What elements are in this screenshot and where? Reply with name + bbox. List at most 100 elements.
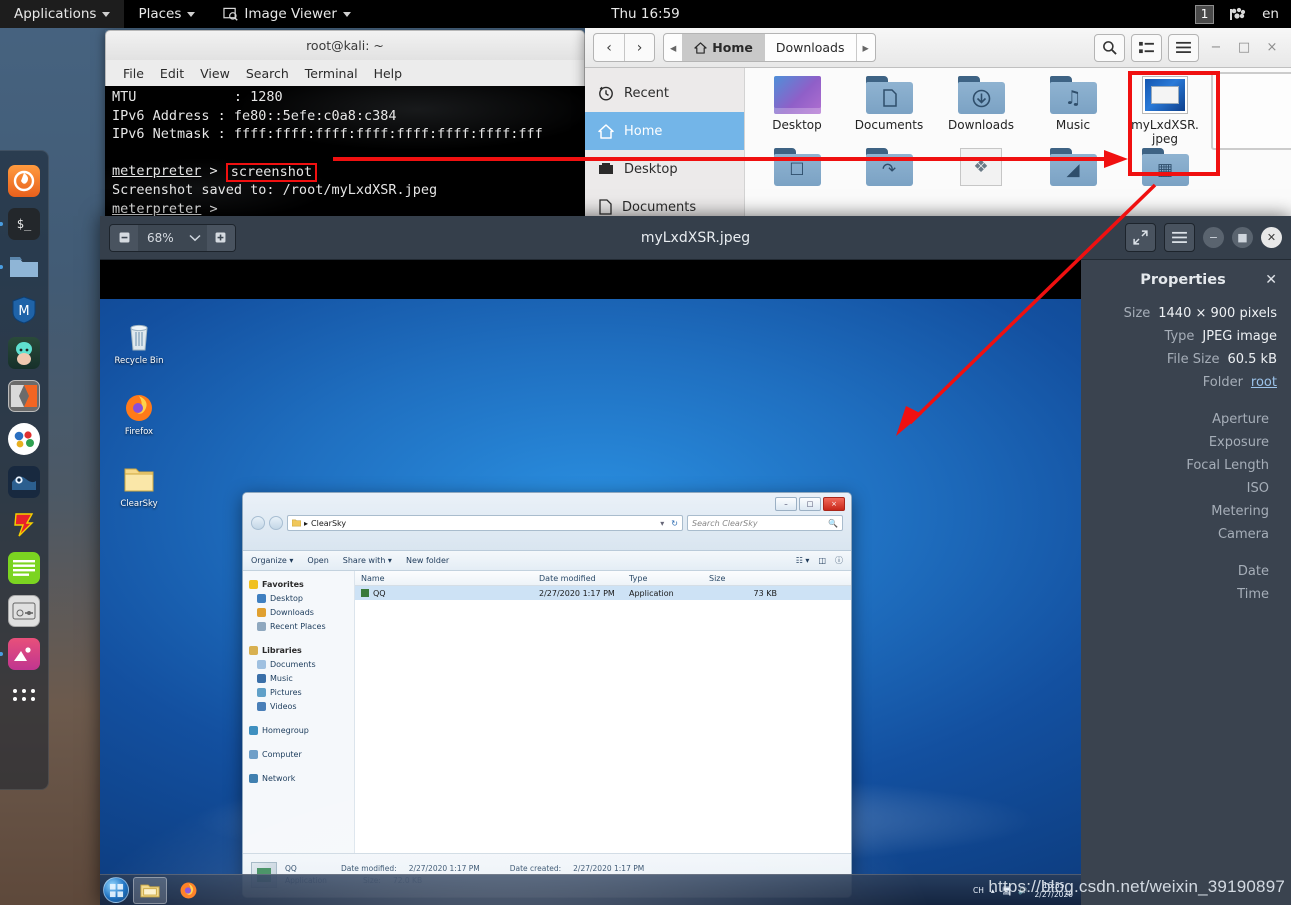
viewer-minimize-button[interactable]: −	[1203, 227, 1224, 248]
image-viewer-icon[interactable]	[0, 638, 40, 670]
win7-path-field[interactable]: ▸ ClearSky ▾ ↻	[287, 515, 683, 531]
refresh-icon[interactable]: ↻	[671, 519, 678, 528]
win7-help-button[interactable]: ⓘ	[835, 555, 843, 566]
fullscreen-button[interactable]	[1125, 223, 1156, 252]
column-header-date-modified[interactable]: Date modified	[533, 574, 623, 583]
file-item-documents[interactable]: Documents	[843, 76, 935, 146]
terminal-output[interactable]: MTU : 1280 IPv6 Address : fe80::5efe:c0a…	[105, 86, 585, 216]
sidebar-item-recent[interactable]: Recent	[585, 74, 744, 112]
image-canvas[interactable]: Recycle Bin Firefox ClearSky – □ × ▸ Cle…	[100, 260, 1081, 905]
sidebar-item-documents[interactable]: Documents	[585, 188, 744, 218]
start-orb-icon[interactable]	[103, 877, 129, 903]
file-item-videos[interactable]: ▦	[1119, 148, 1211, 186]
win7-nav-videos[interactable]: Videos	[249, 699, 354, 713]
win7-nav-network[interactable]: Network	[249, 771, 354, 785]
column-header-type[interactable]: Type	[623, 574, 703, 583]
property-value-folder-link[interactable]: root	[1251, 375, 1277, 390]
win7-sharewith-button[interactable]: Share with ▾	[343, 556, 392, 565]
keyboard-layout[interactable]: en	[1262, 6, 1279, 22]
win7-close-button[interactable]: ×	[823, 497, 845, 511]
win7-search-field[interactable]: Search ClearSky 🔍	[687, 515, 843, 531]
active-app-menu[interactable]: Image Viewer	[209, 0, 364, 28]
taskbar-item-explorer[interactable]	[133, 876, 167, 904]
breadcrumb-downloads[interactable]: Downloads	[763, 34, 856, 61]
win7-desktop-icon-firefox[interactable]: Firefox	[108, 392, 170, 437]
close-button[interactable]: ×	[1261, 37, 1283, 59]
workspace-indicator[interactable]: 1	[1195, 4, 1215, 24]
breadcrumb-prev-button[interactable]: ◂	[664, 34, 682, 61]
settings-icon[interactable]	[8, 595, 40, 627]
places-menu[interactable]: Places	[124, 0, 209, 28]
win7-desktop-icon-clearsky[interactable]: ClearSky	[108, 464, 170, 509]
virtualbox-icon[interactable]	[1228, 7, 1248, 22]
metasploit-icon[interactable]: M	[8, 294, 40, 326]
file-item-downloads[interactable]: Downloads	[935, 76, 1027, 146]
win7-newfolder-button[interactable]: New folder	[406, 556, 449, 565]
breadcrumb-next-button[interactable]: ▸	[855, 34, 875, 61]
breadcrumb-home[interactable]: Home	[682, 34, 764, 61]
text-editor-icon[interactable]	[8, 552, 40, 584]
win7-desktop-icon-recycle-bin[interactable]: Recycle Bin	[108, 321, 170, 366]
show-applications-icon[interactable]	[8, 681, 40, 713]
win7-nav-desktop[interactable]: Desktop	[249, 591, 354, 605]
menu-view[interactable]: View	[193, 63, 237, 84]
faraday-icon[interactable]	[8, 509, 40, 541]
armitage-icon[interactable]	[8, 337, 40, 369]
win7-maximize-button[interactable]: □	[799, 497, 821, 511]
file-item-public[interactable]: ↷	[843, 148, 935, 186]
column-header-size[interactable]: Size	[703, 574, 783, 583]
zoom-dropdown-button[interactable]	[183, 225, 207, 251]
main-menu-button[interactable]	[1168, 33, 1199, 62]
view-options-button[interactable]	[1131, 33, 1162, 62]
file-item-music[interactable]: ♫ Music	[1027, 76, 1119, 146]
terminal-icon[interactable]: $_	[0, 208, 40, 240]
win7-preview-pane-button[interactable]: ◫	[818, 556, 826, 565]
win7-nav-homegroup[interactable]: Homegroup	[249, 723, 354, 737]
terminal-titlebar[interactable]: root@kali: ~	[105, 30, 585, 60]
menu-help[interactable]: Help	[367, 63, 410, 84]
menu-terminal[interactable]: Terminal	[298, 63, 365, 84]
wireshark-icon[interactable]	[8, 466, 40, 498]
file-item-pictures[interactable]: ☐	[751, 148, 843, 186]
applications-menu[interactable]: Applications	[0, 0, 125, 28]
win7-file-row[interactable]: QQ 2/27/2020 1:17 PM Application 73 KB	[355, 586, 851, 600]
zoom-out-button[interactable]	[110, 224, 138, 251]
win7-view-mode-button[interactable]: ☷ ▾	[796, 556, 810, 565]
win7-file-list[interactable]: Name Date modified Type Size QQ 2/27/202…	[355, 571, 851, 853]
win7-organize-button[interactable]: Organize ▾	[251, 556, 293, 565]
minimize-button[interactable]: −	[1205, 37, 1227, 59]
menu-edit[interactable]: Edit	[153, 63, 191, 84]
viewer-maximize-button[interactable]: ■	[1232, 227, 1253, 248]
file-item-desktop[interactable]: Desktop	[751, 76, 843, 146]
beef-icon[interactable]	[8, 423, 40, 455]
win7-open-button[interactable]: Open	[307, 556, 328, 565]
taskbar-item-firefox[interactable]	[171, 877, 205, 904]
win7-nav-favorites[interactable]: Favorites	[249, 577, 354, 591]
files-icon[interactable]	[0, 251, 40, 283]
win7-minimize-button[interactable]: –	[775, 497, 797, 511]
win7-nav-documents[interactable]: Documents	[249, 657, 354, 671]
win7-nav-libraries[interactable]: Libraries	[249, 643, 354, 657]
file-grid[interactable]: Desktop Documents Downloads ♫ Music myLx…	[745, 68, 1291, 218]
properties-close-button[interactable]: ✕	[1265, 272, 1277, 288]
file-item-mylxdxsr-jpeg[interactable]: myLxdXSR. jpeg	[1119, 76, 1211, 146]
viewer-close-button[interactable]: ✕	[1261, 227, 1282, 248]
win7-nav-downloads[interactable]: Downloads	[249, 605, 354, 619]
tray-language[interactable]: CH	[973, 886, 984, 895]
win7-nav-computer[interactable]: Computer	[249, 747, 354, 761]
maximize-button[interactable]: □	[1233, 37, 1255, 59]
sidebar-item-desktop[interactable]: Desktop	[585, 150, 744, 188]
win7-nav-recent-places[interactable]: Recent Places	[249, 619, 354, 633]
firefox-icon[interactable]	[8, 165, 40, 197]
file-item-application[interactable]: ❖	[935, 148, 1027, 186]
column-header-name[interactable]: Name	[355, 574, 533, 583]
win7-nav-pictures[interactable]: Pictures	[249, 685, 354, 699]
zoom-in-button[interactable]	[206, 224, 235, 251]
sidebar-item-home[interactable]: Home	[585, 112, 744, 150]
forward-button[interactable]: ›	[624, 34, 654, 61]
search-button[interactable]	[1094, 33, 1125, 62]
back-button[interactable]: ‹	[594, 34, 624, 61]
menu-file[interactable]: File	[116, 63, 151, 84]
viewer-menu-button[interactable]	[1164, 223, 1195, 252]
win7-back-button[interactable]	[251, 516, 265, 530]
